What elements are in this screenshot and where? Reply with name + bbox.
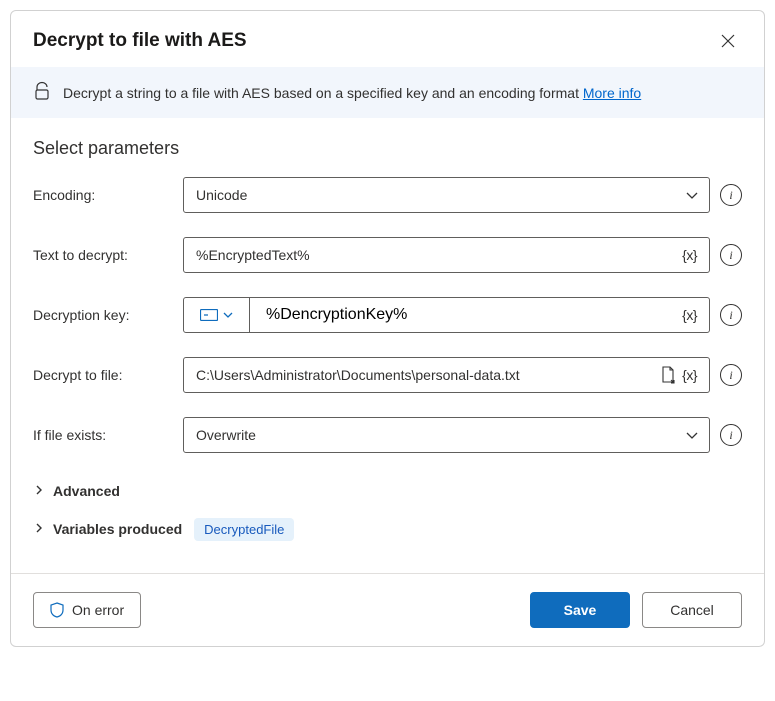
save-button[interactable]: Save xyxy=(530,592,630,628)
row-decrypt-to-file: Decrypt to file: C:\Users\Administrator\… xyxy=(33,357,742,393)
chevron-right-icon xyxy=(33,521,45,537)
decrypt-to-file-input[interactable]: C:\Users\Administrator\Documents\persona… xyxy=(183,357,710,393)
dialog-body: Select parameters Encoding: Unicode i Te… xyxy=(11,118,764,573)
encoding-select[interactable]: Unicode xyxy=(183,177,710,213)
dialog: Decrypt to file with AES Decrypt a strin… xyxy=(10,10,765,647)
shield-icon xyxy=(50,602,64,618)
variable-picker-icon[interactable]: {x} xyxy=(678,247,701,263)
decryption-key-value: %DencryptionKey% xyxy=(266,306,678,324)
on-error-button[interactable]: On error xyxy=(33,592,141,628)
variables-produced-label: Variables produced xyxy=(53,521,182,537)
dialog-header: Decrypt to file with AES xyxy=(11,11,764,67)
label-decrypt-to-file: Decrypt to file: xyxy=(33,367,183,383)
dialog-footer: On error Save Cancel xyxy=(11,573,764,646)
variable-picker-icon[interactable]: {x} xyxy=(678,367,701,383)
row-text-to-decrypt: Text to decrypt: %EncryptedText% {x} i xyxy=(33,237,742,273)
advanced-expander[interactable]: Advanced xyxy=(33,477,742,505)
text-input-icon xyxy=(200,309,218,321)
save-label: Save xyxy=(564,602,597,618)
unlock-icon xyxy=(33,81,51,104)
dialog-title: Decrypt to file with AES xyxy=(33,30,247,52)
info-banner: Decrypt a string to a file with AES base… xyxy=(11,67,764,118)
variable-picker-icon[interactable]: {x} xyxy=(678,307,701,323)
info-icon[interactable]: i xyxy=(720,184,742,206)
chevron-right-icon xyxy=(33,483,45,499)
section-title: Select parameters xyxy=(33,138,742,159)
if-file-exists-select[interactable]: Overwrite xyxy=(183,417,710,453)
label-if-file-exists: If file exists: xyxy=(33,427,183,443)
info-icon[interactable]: i xyxy=(720,304,742,326)
cancel-button[interactable]: Cancel xyxy=(642,592,742,628)
input-type-selector[interactable] xyxy=(184,298,250,332)
info-icon[interactable]: i xyxy=(720,424,742,446)
close-icon xyxy=(721,34,735,48)
close-button[interactable] xyxy=(714,27,742,55)
info-icon[interactable]: i xyxy=(720,244,742,266)
advanced-label: Advanced xyxy=(53,483,120,499)
text-to-decrypt-input[interactable]: %EncryptedText% {x} xyxy=(183,237,710,273)
variables-produced-expander[interactable]: Variables produced xyxy=(33,515,182,543)
decryption-key-input[interactable]: %DencryptionKey% {x} xyxy=(183,297,710,333)
label-encoding: Encoding: xyxy=(33,187,183,203)
banner-description: Decrypt a string to a file with AES base… xyxy=(63,85,583,101)
if-file-exists-value: Overwrite xyxy=(196,427,683,443)
info-icon[interactable]: i xyxy=(720,364,742,386)
label-text-to-decrypt: Text to decrypt: xyxy=(33,247,183,263)
row-if-file-exists: If file exists: Overwrite i xyxy=(33,417,742,453)
chevron-down-icon xyxy=(222,309,234,321)
cancel-label: Cancel xyxy=(670,602,714,618)
more-info-link[interactable]: More info xyxy=(583,85,641,101)
variables-produced-row: Variables produced DecryptedFile xyxy=(33,515,742,543)
variable-badge[interactable]: DecryptedFile xyxy=(194,518,294,541)
chevron-down-icon xyxy=(683,188,701,202)
text-to-decrypt-value: %EncryptedText% xyxy=(196,247,678,263)
encoding-value: Unicode xyxy=(196,187,683,203)
banner-text: Decrypt a string to a file with AES base… xyxy=(63,85,641,101)
label-decryption-key: Decryption key: xyxy=(33,307,183,323)
chevron-down-icon xyxy=(683,428,701,442)
row-decryption-key: Decryption key: %DencryptionKey% {x} i xyxy=(33,297,742,333)
on-error-label: On error xyxy=(72,602,124,618)
row-encoding: Encoding: Unicode i xyxy=(33,177,742,213)
decrypt-to-file-value: C:\Users\Administrator\Documents\persona… xyxy=(196,367,658,383)
file-browse-icon[interactable] xyxy=(658,366,678,384)
